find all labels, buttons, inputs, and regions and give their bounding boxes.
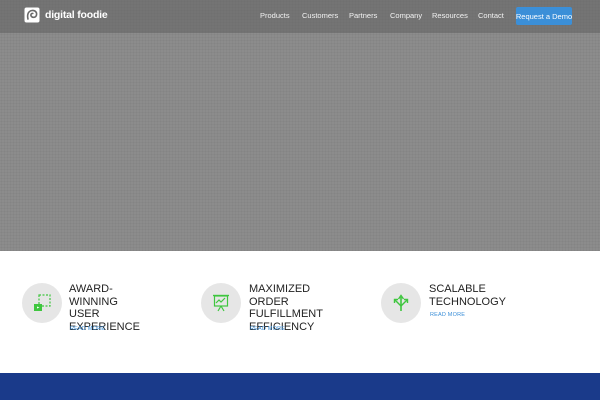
top-navbar: digital foodie Products Customers Partne… [0, 0, 600, 33]
branching-arrows-icon [381, 283, 421, 323]
nav-contact[interactable]: Contact [478, 11, 504, 20]
read-more-link[interactable]: READ MORE [430, 312, 465, 318]
hero-banner [0, 0, 600, 251]
request-demo-button[interactable]: Request a Demo [516, 7, 572, 25]
feature-title: SCALABLE TECHNOLOGY [429, 283, 507, 308]
presentation-chart-icon [201, 283, 241, 323]
nav-company[interactable]: Company [390, 11, 422, 20]
nav-partners[interactable]: Partners [349, 11, 377, 20]
read-more-link[interactable]: READ MORE [250, 326, 285, 332]
nav-products[interactable]: Products [260, 11, 290, 20]
footer-band [0, 373, 600, 400]
nav-resources[interactable]: Resources [432, 11, 468, 20]
read-more-link[interactable]: READ MORE [70, 326, 105, 332]
main-nav: Products Customers Partners Company Reso… [0, 0, 600, 33]
hand-tap-icon [22, 283, 62, 323]
nav-customers[interactable]: Customers [302, 11, 338, 20]
